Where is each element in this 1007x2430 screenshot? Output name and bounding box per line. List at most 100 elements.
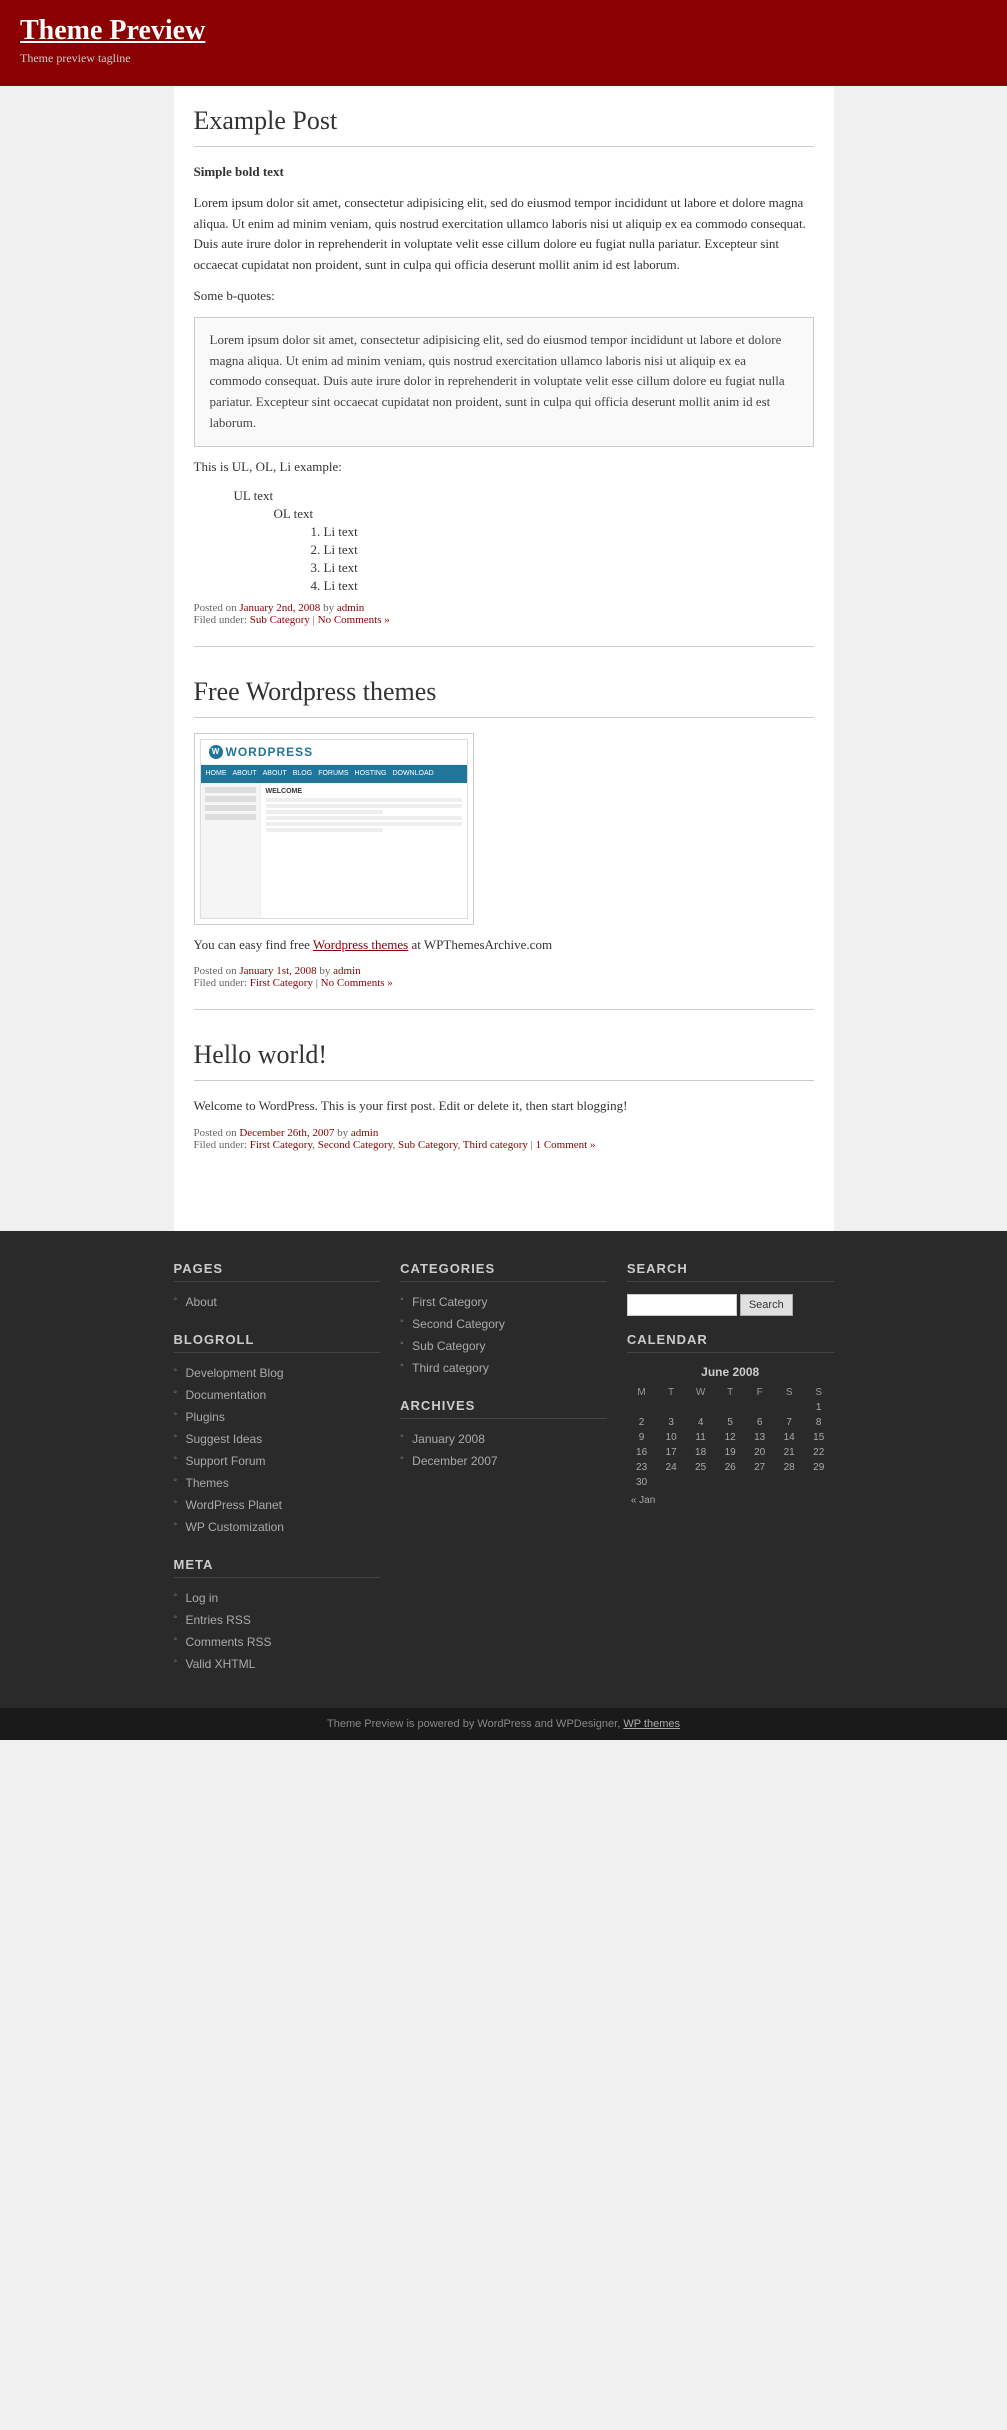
archive-link-jan2008[interactable]: January 2008 <box>412 1432 485 1446</box>
cal-week-5: 23242526272829 <box>627 1460 834 1475</box>
post-cat-3[interactable]: Sub Category <box>398 1139 457 1151</box>
post-cat-4[interactable]: Third category <box>463 1139 528 1151</box>
ol-list: OL text Li text Li text Li text Li text <box>274 506 814 594</box>
wordpress-themes-link[interactable]: Wordpress themes <box>313 937 408 952</box>
pages-item-about: About <box>174 1294 381 1310</box>
site-title[interactable]: Theme Preview <box>20 15 987 47</box>
list-label: This is UL, OL, Li example: <box>194 457 814 478</box>
footer-bottom: Theme Preview is powered by WordPress an… <box>0 1708 1007 1740</box>
post-comments-themes[interactable]: No Comments » <box>321 977 393 989</box>
cal-day-m: M <box>627 1385 657 1400</box>
post-blockquote: Lorem ipsum dolor sit amet, consectetur … <box>194 317 814 447</box>
site-title-link[interactable]: Theme Preview <box>20 15 205 46</box>
blogroll-link-wpplanet[interactable]: WordPress Planet <box>186 1498 283 1512</box>
cat-item-first: First Category <box>400 1294 607 1310</box>
cat-link-second[interactable]: Second Category <box>412 1317 505 1331</box>
footer-col-2: CATEGORIES First Category Second Categor… <box>400 1261 607 1678</box>
filed-under-label: Filed under: <box>194 614 247 626</box>
post-content-hello: Welcome to WordPress. This is your first… <box>194 1096 814 1117</box>
post-date-example[interactable]: January 2nd, 2008 <box>239 602 320 614</box>
blogroll-link-plugins[interactable]: Plugins <box>186 1410 225 1424</box>
wp-logo-circle: W <box>209 745 223 759</box>
post-date-hello[interactable]: December 26th, 2007 <box>239 1127 334 1139</box>
filed-under-label-3: Filed under: <box>194 1139 247 1151</box>
site-footer: PAGES About BLOGROLL Development Blog Do… <box>0 1231 1007 1708</box>
post-category-themes[interactable]: First Category <box>250 977 313 989</box>
meta-link-comments[interactable]: Comments RSS <box>186 1635 272 1649</box>
calendar-table: M T W T F S S 1 <box>627 1385 834 1508</box>
post-comments-example[interactable]: No Comments » <box>318 614 390 626</box>
search-heading: SEARCH <box>627 1261 834 1282</box>
blogroll-link-themes[interactable]: Themes <box>186 1476 229 1490</box>
wp-sidebar-item-4 <box>205 814 256 820</box>
blogroll-link-suggest[interactable]: Suggest Ideas <box>186 1432 263 1446</box>
blogroll-item-suggest: Suggest Ideas <box>174 1431 381 1447</box>
categories-list: First Category Second Category Sub Categ… <box>400 1294 607 1376</box>
post-comments-hello[interactable]: 1 Comment » <box>536 1139 596 1151</box>
post-category-example[interactable]: Sub Category <box>250 614 310 626</box>
cal-day-s1: S <box>774 1385 804 1400</box>
ol-item: OL text <box>274 506 814 522</box>
wp-nav-forums: FORUMS <box>318 770 348 777</box>
meta-link-login[interactable]: Log in <box>186 1591 219 1605</box>
post-meta-example: Posted on January 2nd, 2008 by admin Fil… <box>194 602 814 626</box>
wp-nav-about: ABOUT <box>233 770 257 777</box>
by-label-2: by <box>319 965 330 977</box>
search-button[interactable]: Search <box>740 1294 793 1316</box>
footer-wp-themes-link[interactable]: WP themes <box>623 1718 680 1730</box>
site-tagline: Theme preview tagline <box>20 51 987 66</box>
themes-paragraph: You can easy find free Wordpress themes … <box>194 935 814 956</box>
post-content-themes: W WordPress HOME ABOUT ABOUT BLOG FORUMS… <box>194 733 814 956</box>
wp-nav-hosting: HOSTING <box>355 770 387 777</box>
post-title-hello: Hello world! <box>194 1040 814 1070</box>
meta-link-xhtml[interactable]: Valid XHTML <box>186 1657 256 1671</box>
ul-item: UL text <box>234 488 814 504</box>
post-cat-2[interactable]: Second Category <box>318 1139 393 1151</box>
cal-week-1: 1 <box>627 1400 834 1415</box>
cat-link-third[interactable]: Third category <box>412 1361 489 1375</box>
calendar-heading: CALENDAR <box>627 1332 834 1353</box>
post-author-themes[interactable]: admin <box>333 965 361 977</box>
bold-text: Simple bold text <box>194 164 284 179</box>
posted-on-label: Posted on <box>194 602 237 614</box>
cal-week-4: 16171819202122 <box>627 1445 834 1460</box>
wp-nav-blog: BLOG <box>293 770 312 777</box>
blogroll-link-wpcustom[interactable]: WP Customization <box>186 1520 284 1534</box>
blogroll-link-devblog[interactable]: Development Blog <box>186 1366 284 1380</box>
wp-sidebar-item-2 <box>205 796 256 802</box>
blogroll-item-themes: Themes <box>174 1475 381 1491</box>
wp-text-1 <box>266 798 462 802</box>
li-item-2: Li text <box>324 542 814 558</box>
calendar-prev-nav[interactable]: « Jan <box>631 1495 655 1506</box>
blogroll-link-support[interactable]: Support Forum <box>186 1454 266 1468</box>
pages-link-about[interactable]: About <box>186 1295 217 1309</box>
by-label-3: by <box>337 1127 348 1139</box>
footer-col-1: PAGES About BLOGROLL Development Blog Do… <box>174 1261 381 1678</box>
ordered-list: Li text Li text Li text Li text <box>324 524 814 594</box>
blogroll-link-docs[interactable]: Documentation <box>186 1388 267 1402</box>
cat-link-sub[interactable]: Sub Category <box>412 1339 485 1353</box>
post-paragraph: Lorem ipsum dolor sit amet, consectetur … <box>194 193 814 276</box>
meta-link-entries[interactable]: Entries RSS <box>186 1613 251 1627</box>
calendar-header-row: M T W T F S S <box>627 1385 834 1400</box>
wordpress-screenshot: W WordPress HOME ABOUT ABOUT BLOG FORUMS… <box>194 733 474 925</box>
cat-link-first[interactable]: First Category <box>412 1295 487 1309</box>
post-meta-themes: Posted on January 1st, 2008 by admin Fil… <box>194 965 814 989</box>
post-author-hello[interactable]: admin <box>351 1127 379 1139</box>
categories-heading: CATEGORIES <box>400 1261 607 1282</box>
wp-screenshot-inner: W WordPress HOME ABOUT ABOUT BLOG FORUMS… <box>200 739 468 919</box>
footer-text-before: Theme Preview is powered by WordPress an… <box>327 1718 620 1730</box>
bquotes-label: Some b-quotes: <box>194 286 814 307</box>
post-date-themes[interactable]: January 1st, 2008 <box>239 965 316 977</box>
post-wordpress-themes: Free Wordpress themes W WordPress HOME A… <box>194 677 814 1011</box>
meta-list: Log in Entries RSS Comments RSS Valid XH… <box>174 1590 381 1672</box>
meta-item-login: Log in <box>174 1590 381 1606</box>
meta-heading: META <box>174 1557 381 1578</box>
post-author-example[interactable]: admin <box>337 602 365 614</box>
search-input[interactable] <box>627 1294 737 1316</box>
archive-link-dec2007[interactable]: December 2007 <box>412 1454 497 1468</box>
post-title-example: Example Post <box>194 106 814 136</box>
post-cat-1[interactable]: First Category <box>250 1139 313 1151</box>
main-wrapper: Example Post Simple bold text Lorem ipsu… <box>174 86 834 1231</box>
wp-text-4 <box>266 816 462 820</box>
